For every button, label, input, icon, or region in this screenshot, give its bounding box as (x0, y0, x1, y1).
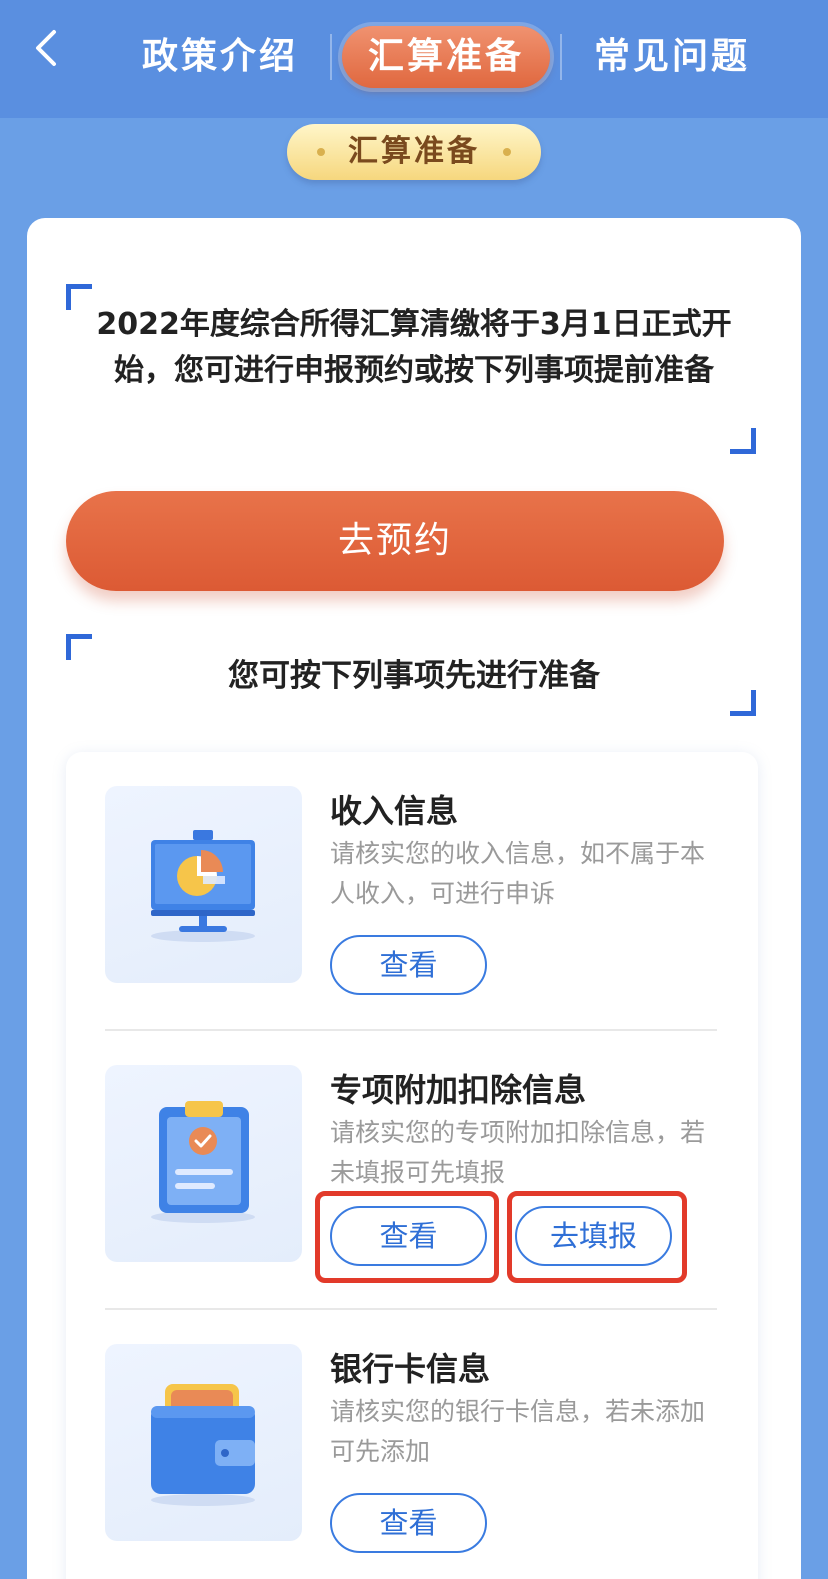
item-illustration (105, 786, 302, 983)
main-card: 2022年度综合所得汇算清缴将于3月1日正式开始，您可进行申报预约或按下列事项提… (27, 218, 801, 1579)
list-item-special-deduction-info: 专项附加扣除信息 请核实您的专项附加扣除信息，若未填报可先填报 查看 去填报 (66, 1031, 758, 1309)
view-income-button[interactable]: 查看 (330, 935, 487, 995)
presentation-chart-icon (151, 830, 255, 942)
corner-bracket-bottom-right (730, 690, 756, 716)
decorative-dot (503, 148, 511, 156)
tab-policy-intro[interactable]: 政策介绍 (120, 26, 320, 88)
item-description: 请核实您的专项附加扣除信息，若未填报可先填报 (330, 1118, 706, 1187)
item-illustration (105, 1065, 302, 1262)
back-button[interactable] (28, 28, 68, 68)
corner-bracket-bottom-right (730, 428, 756, 454)
prep-items-list: 收入信息 请核实您的收入信息，如不属于本人收入，可进行申诉 查看 专项附加扣除信 (66, 752, 758, 1579)
item-title: 收入信息 (330, 792, 459, 830)
item-description: 请核实您的收入信息，如不属于本人收入，可进行申诉 (330, 839, 706, 908)
section-title-badge: 汇算准备 (287, 124, 541, 180)
corner-bracket-top-left (66, 634, 92, 660)
item-description: 请核实您的银行卡信息，若未添加可先添加 (330, 1397, 706, 1466)
prep-heading: 您可按下列事项先进行准备 (228, 658, 600, 694)
corner-bracket-top-left (66, 284, 92, 310)
chevron-left-icon (36, 30, 56, 66)
tab-divider (330, 34, 332, 80)
item-title: 专项附加扣除信息 (330, 1071, 587, 1109)
tab-settlement-prep[interactable]: 汇算准备 (342, 26, 550, 88)
section-title: 汇算准备 (348, 134, 480, 169)
wallet-icon (151, 1384, 255, 1506)
fill-report-button[interactable]: 去填报 (515, 1206, 672, 1266)
intro-text: 2022年度综合所得汇算清缴将于3月1日正式开始，您可进行申报预约或按下列事项提… (96, 307, 732, 388)
view-bank-card-button[interactable]: 查看 (330, 1493, 487, 1553)
decorative-dot (317, 148, 325, 156)
view-deduction-button[interactable]: 查看 (330, 1206, 487, 1266)
tab-faq[interactable]: 常见问题 (572, 26, 772, 88)
item-title: 银行卡信息 (330, 1350, 491, 1388)
item-illustration (105, 1344, 302, 1541)
top-navigation: 政策介绍 汇算准备 常见问题 (0, 0, 828, 118)
list-item-bank-card-info: 银行卡信息 请核实您的银行卡信息，若未添加可先添加 查看 (66, 1310, 758, 1579)
list-item-income-info: 收入信息 请核实您的收入信息，如不属于本人收入，可进行申诉 查看 (66, 752, 758, 1030)
clipboard-check-icon (151, 1101, 255, 1223)
tab-divider (560, 34, 562, 80)
reserve-button[interactable]: 去预约 (66, 491, 724, 591)
